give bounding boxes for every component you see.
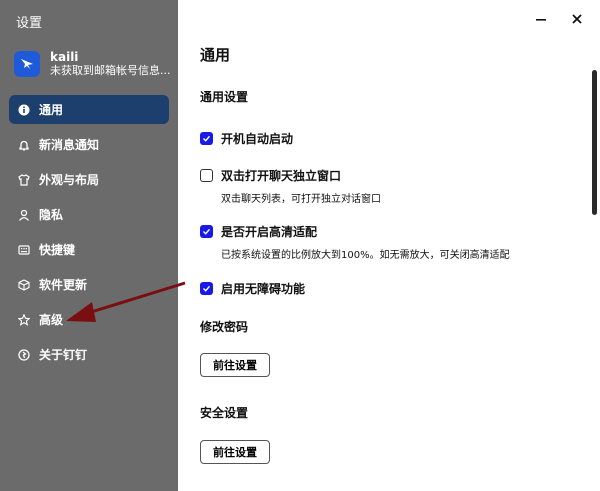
sidebar-item-appearance[interactable]: 外观与布局: [9, 165, 169, 194]
option-label: 双击打开聊天独立窗口: [221, 169, 342, 183]
sidebar-nav: 通用 新消息通知 外观与布局 隐私 快捷键 软件更新 高级 关于钉钉: [9, 95, 169, 375]
sidebar-item-about[interactable]: 关于钉钉: [9, 340, 169, 369]
dingtalk-logo-icon: [21, 59, 33, 69]
info-icon: [18, 104, 30, 115]
page-title: 通用: [200, 46, 231, 64]
checkbox[interactable]: [200, 225, 213, 238]
password-section-heading: 修改密码: [200, 320, 249, 334]
scrollbar[interactable]: [592, 70, 597, 215]
sidebar-item-label: 新消息通知: [39, 138, 100, 152]
sidebar-item-advanced[interactable]: 高级: [9, 305, 169, 334]
cube-icon: [18, 278, 30, 291]
option-label: 是否开启高清适配: [221, 225, 318, 239]
user-name: kaili: [50, 50, 79, 64]
option-description: 双击聊天列表，可打开独立对话窗口: [221, 194, 381, 205]
sidebar-item-general[interactable]: 通用: [9, 95, 169, 124]
user-subtitle: 未获取到邮箱帐号信息...: [50, 64, 171, 77]
minimize-icon: [536, 19, 546, 21]
option-description: 已按系统设置的比例放大到100%。如无需放大，可关闭高清适配: [221, 250, 510, 261]
shirt-icon: [18, 173, 30, 186]
check-icon: [203, 135, 211, 142]
sidebar-item-label: 快捷键: [39, 243, 76, 257]
option-label: 启用无障碍功能: [221, 282, 306, 296]
settings-panel: 通用 通用设置 开机自动启动 双击打开聊天独立窗口 双击聊天列表，可打开独立对话…: [178, 0, 600, 491]
checkbox[interactable]: [200, 132, 213, 145]
user-icon: [18, 209, 30, 221]
settings-title: 设置: [16, 16, 43, 31]
sidebar-item-label: 软件更新: [39, 278, 88, 292]
close-icon: [572, 14, 582, 24]
keyboard-icon: [18, 244, 30, 255]
option-hd-adapt[interactable]: 是否开启高清适配: [200, 223, 317, 240]
check-icon: [203, 228, 211, 235]
close-button[interactable]: [568, 10, 586, 28]
option-accessibility[interactable]: 启用无障碍功能: [200, 280, 305, 297]
sidebar-item-updates[interactable]: 软件更新: [9, 270, 169, 299]
sidebar-item-label: 通用: [39, 103, 64, 117]
option-label: 开机自动启动: [221, 132, 294, 146]
sidebar-item-privacy[interactable]: 隐私: [9, 200, 169, 229]
option-double-click-window[interactable]: 双击打开聊天独立窗口: [200, 167, 341, 184]
sidebar-item-label: 隐私: [39, 208, 64, 222]
user-profile[interactable]: kaili 未获取到邮箱帐号信息...: [14, 50, 171, 78]
password-settings-button[interactable]: 前往设置: [200, 353, 270, 377]
security-settings-button[interactable]: 前往设置: [200, 440, 270, 464]
sidebar-item-label: 关于钉钉: [39, 348, 88, 362]
option-auto-start[interactable]: 开机自动启动: [200, 130, 293, 147]
star-icon: [18, 313, 30, 326]
minimize-button[interactable]: [532, 10, 550, 28]
sidebar: 设置 kaili 未获取到邮箱帐号信息... 通用 新消息通知 外观与布局 隐私: [0, 0, 178, 491]
checkbox[interactable]: [200, 282, 213, 295]
sidebar-item-notifications[interactable]: 新消息通知: [9, 130, 169, 159]
ding-icon: [18, 348, 30, 361]
sidebar-item-label: 高级: [39, 313, 64, 327]
bell-icon: [19, 140, 29, 151]
security-section-heading: 安全设置: [200, 406, 249, 420]
check-icon: [203, 285, 211, 292]
checkbox[interactable]: [200, 169, 213, 182]
avatar: [14, 51, 40, 77]
sidebar-item-label: 外观与布局: [39, 173, 100, 187]
general-section-heading: 通用设置: [200, 90, 249, 104]
sidebar-item-shortcuts[interactable]: 快捷键: [9, 235, 169, 264]
